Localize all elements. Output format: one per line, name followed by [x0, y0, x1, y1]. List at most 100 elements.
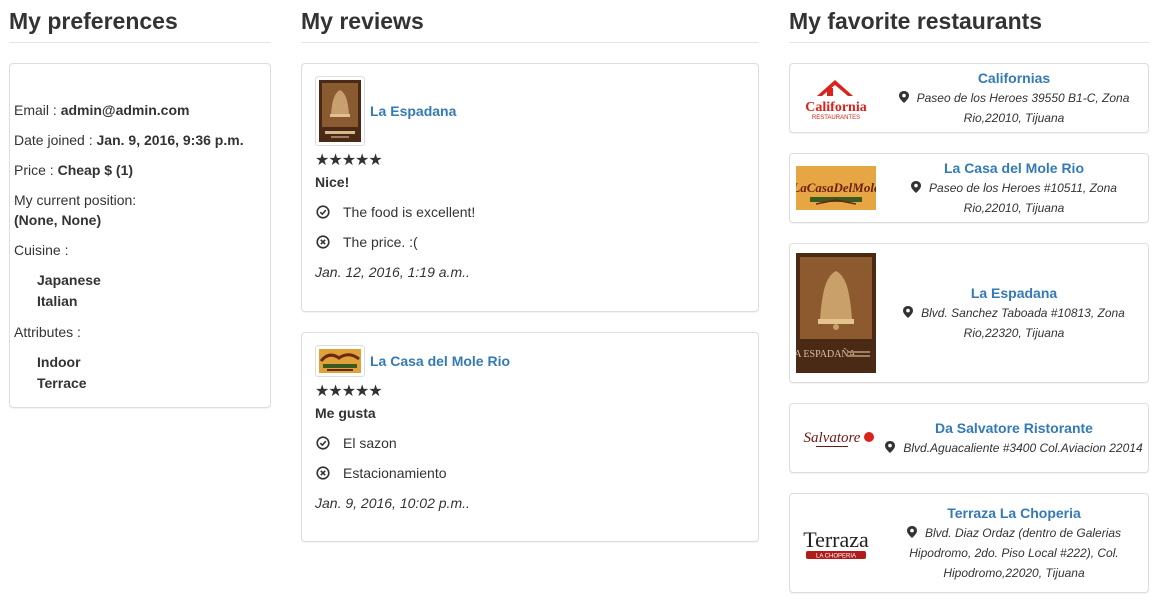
favorite-address: Paseo de los Heroes #10511, Zona Rio,220…	[884, 178, 1144, 218]
reviews-column: My reviews La Espadana ★★★★★ Nice! The f…	[301, 0, 759, 542]
logo-subtext: LA CHOPERIA	[816, 554, 856, 560]
preferences-panel: Email : admin@admin.com Date joined : Ja…	[9, 63, 271, 408]
review-negative: The price. :(	[315, 232, 745, 252]
favorite-address-text: Paseo de los Heroes 39550 B1-C, Zona Rio…	[916, 91, 1130, 125]
price-label: Price :	[14, 162, 58, 178]
favorite-info: La Casa del Mole Rio Paseo de los Heroes…	[878, 158, 1144, 218]
review-title: Me gusta	[315, 405, 376, 421]
logo-text: California	[805, 100, 866, 115]
favorite-name-link[interactable]: Terraza La Choperia	[884, 503, 1144, 523]
review-restaurant-link[interactable]: La Espadana	[370, 103, 456, 119]
review-title: Nice!	[315, 174, 350, 190]
map-marker-icon	[903, 306, 914, 318]
attribute-item: Indoor	[37, 354, 81, 370]
review-negative: Estacionamiento	[315, 463, 745, 483]
logo-text: LA ESPADAÑA	[796, 348, 857, 360]
rating-stars: ★★★★★	[315, 152, 383, 169]
favorite-card[interactable]: Salvatore Da Salvatore Ristorante Blvd.A…	[789, 403, 1149, 473]
restaurant-thumbnail[interactable]	[315, 345, 365, 377]
email-value: admin@admin.com	[60, 102, 190, 118]
map-marker-icon	[885, 441, 896, 453]
salvatore-logo-icon: Salvatore	[804, 430, 874, 447]
favorite-address-text: Paseo de los Heroes #10511, Zona Rio,220…	[929, 181, 1117, 215]
reviews-heading: My reviews	[301, 0, 759, 43]
review-restaurant-link[interactable]: La Casa del Mole Rio	[370, 353, 510, 369]
favorite-info: La Espadana Blvd. Sanchez Taboada #10813…	[878, 283, 1144, 343]
favorite-card[interactable]: Terraza LA CHOPERIA Terraza La Choperia …	[789, 493, 1149, 593]
favorite-address-text: Blvd.Aguacaliente #3400 Col.Aviacion 220…	[903, 441, 1143, 455]
rating-stars: ★★★★★	[315, 383, 383, 400]
review-positive-text: The food is excellent!	[343, 204, 476, 220]
favorites-column: My favorite restaurants California RESTA…	[789, 0, 1149, 593]
espadana-logo-icon	[319, 80, 361, 142]
review-date: Jan. 12, 2016, 1:19 a.m..	[315, 264, 470, 280]
favorite-address: Blvd. Diaz Ordaz (dentro de Galerias Hip…	[884, 523, 1144, 583]
position-value: (None, None)	[14, 212, 102, 228]
favorites-heading: My favorite restaurants	[789, 0, 1149, 43]
attributes-list: Indoor Terrace	[14, 352, 266, 394]
remove-circle-icon	[316, 466, 330, 480]
review-date: Jan. 9, 2016, 10:02 p.m..	[315, 495, 470, 511]
favorite-card[interactable]: LA ESPADAÑA La Espadana Blvd. Sanchez Ta…	[789, 243, 1149, 383]
preferences-heading: My preferences	[9, 0, 271, 43]
favorite-address: Paseo de los Heroes 39550 B1-C, Zona Rio…	[884, 88, 1144, 128]
logo-subtext: RESTAURANTES	[812, 115, 860, 121]
casa-mole-logo-icon	[319, 349, 361, 373]
restaurant-logo: Salvatore	[794, 423, 878, 453]
favorite-card[interactable]: LaCasaDelMole La Casa del Mole Rio Paseo…	[789, 153, 1149, 223]
cuisine-list: Japanese Italian	[14, 270, 266, 312]
favorite-name-link[interactable]: Da Salvatore Ristorante	[884, 418, 1144, 438]
terraza-logo-icon: Terraza LA CHOPERIA	[803, 527, 869, 560]
review-card: La Casa del Mole Rio ★★★★★ Me gusta El s…	[301, 332, 759, 542]
restaurant-logo: California RESTAURANTES	[794, 74, 878, 122]
joined-row: Date joined : Jan. 9, 2016, 9:36 p.m.	[14, 130, 266, 150]
review-positive: El sazon	[315, 433, 745, 453]
logo-text: Terraza	[803, 527, 869, 552]
email-row: Email : admin@admin.com	[14, 100, 266, 120]
attribute-item: Terrace	[37, 375, 87, 391]
cuisine-item: Italian	[37, 293, 78, 309]
casa-mole-logo-icon: LaCasaDelMole	[796, 166, 876, 210]
favorite-info: Da Salvatore Ristorante Blvd.Aguacalient…	[878, 418, 1144, 458]
favorite-name-link[interactable]: Californias	[884, 68, 1144, 88]
californias-logo-icon: California RESTAURANTES	[805, 80, 867, 121]
favorite-address: Blvd. Sanchez Taboada #10813, Zona Rio,2…	[884, 303, 1144, 343]
review-header: La Espadana	[315, 76, 745, 146]
position-row: My current position: (None, None)	[14, 190, 266, 230]
email-label: Email :	[14, 102, 61, 118]
joined-label: Date joined :	[14, 132, 97, 148]
favorite-address: Blvd.Aguacaliente #3400 Col.Aviacion 220…	[884, 438, 1144, 458]
cuisine-item: Japanese	[37, 272, 101, 288]
favorite-name-link[interactable]: La Espadana	[884, 283, 1144, 303]
joined-value: Jan. 9, 2016, 9:36 p.m.	[96, 132, 244, 148]
cuisine-label: Cuisine :	[14, 242, 69, 258]
favorite-info: Californias Paseo de los Heroes 39550 B1…	[878, 68, 1144, 128]
preferences-column: My preferences Email : admin@admin.com D…	[9, 0, 271, 408]
favorite-name-link[interactable]: La Casa del Mole Rio	[884, 158, 1144, 178]
map-marker-icon	[906, 526, 917, 538]
check-circle-icon	[316, 436, 330, 450]
position-label: My current position:	[14, 192, 137, 208]
review-negative-text: Estacionamiento	[343, 465, 447, 481]
logo-text: Salvatore	[804, 430, 861, 446]
favorite-card[interactable]: California RESTAURANTES Californias Pase…	[789, 63, 1149, 133]
logo-text: LaCasaDelMole	[796, 180, 876, 195]
review-negative-text: The price. :(	[343, 234, 418, 250]
restaurant-logo: LA ESPADAÑA	[794, 253, 878, 373]
restaurant-thumbnail[interactable]	[315, 76, 365, 146]
attributes-label: Attributes :	[14, 324, 81, 340]
review-positive-text: El sazon	[343, 435, 397, 451]
map-marker-icon	[911, 181, 922, 193]
check-circle-icon	[316, 205, 330, 219]
price-row: Price : Cheap $ (1)	[14, 160, 266, 180]
price-value: Cheap $ (1)	[57, 162, 134, 178]
espadana-logo-icon: LA ESPADAÑA	[796, 253, 876, 373]
favorite-address-text: Blvd. Diaz Ordaz (dentro de Galerias Hip…	[909, 526, 1122, 580]
restaurant-logo: LaCasaDelMole	[794, 166, 878, 210]
favorite-address-text: Blvd. Sanchez Taboada #10813, Zona Rio,2…	[921, 306, 1125, 340]
review-positive: The food is excellent!	[315, 202, 745, 222]
favorite-info: Terraza La Choperia Blvd. Diaz Ordaz (de…	[878, 503, 1144, 583]
remove-circle-icon	[316, 235, 330, 249]
review-header: La Casa del Mole Rio	[315, 345, 745, 377]
restaurant-logo: Terraza LA CHOPERIA	[794, 523, 878, 563]
